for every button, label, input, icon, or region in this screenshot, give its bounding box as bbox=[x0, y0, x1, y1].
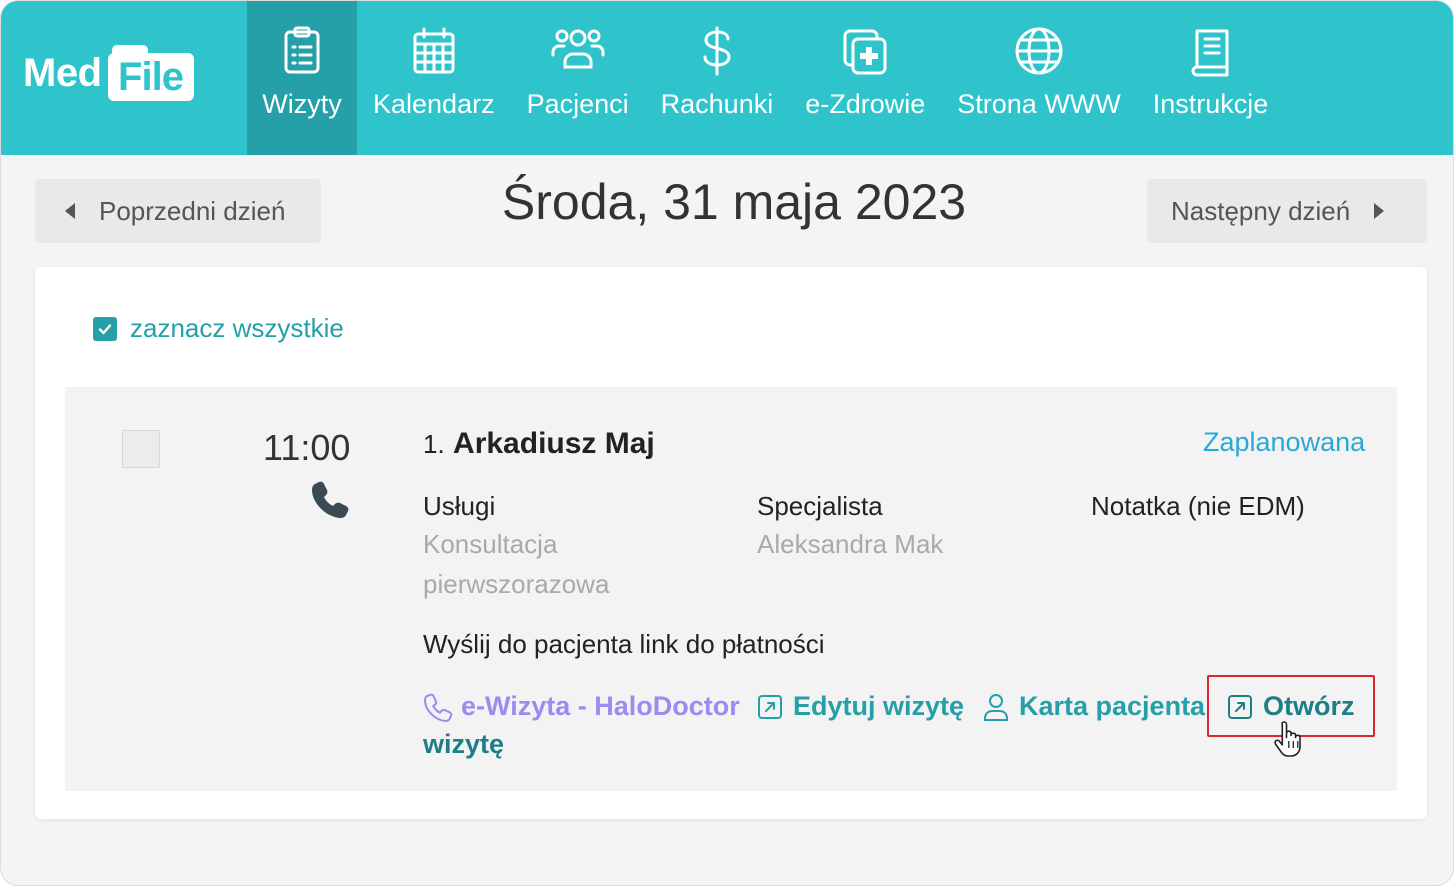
caret-right-icon bbox=[1374, 203, 1385, 219]
visit-time: 11:00 bbox=[263, 427, 351, 468]
nav-item-instrukcje[interactable]: Instrukcje bbox=[1137, 1, 1285, 155]
nav-label-pacjenci: Pacjenci bbox=[526, 89, 629, 119]
visit-checkbox[interactable] bbox=[122, 430, 160, 468]
users-icon bbox=[551, 29, 605, 69]
patient-card-link[interactable]: Karta pacjenta bbox=[981, 691, 1205, 722]
nav-item-kalendarz[interactable]: Kalendarz bbox=[357, 1, 511, 155]
app-window: Med File Wizyty Kalendarz Pacjenci Rachu… bbox=[0, 0, 1454, 886]
phone-outline-icon bbox=[424, 693, 453, 722]
nav-label-wizyty: Wizyty bbox=[262, 89, 342, 119]
services-column: Usługi Konsultacja pierwszorazowa bbox=[423, 491, 609, 604]
note-column: Notatka (nie EDM) bbox=[1091, 491, 1305, 522]
halodoctor-link[interactable]: e-Wizyta - HaloDoctor bbox=[423, 691, 740, 722]
note-label: Notatka (nie EDM) bbox=[1091, 491, 1305, 521]
calendar-icon bbox=[413, 27, 455, 74]
payment-link-text[interactable]: Wyślij do pacjenta link do płatności bbox=[423, 629, 825, 660]
specialist-value: Aleksandra Mak bbox=[757, 529, 944, 559]
services-value-line1: Konsultacja bbox=[423, 529, 558, 559]
services-value-line2: pierwszorazowa bbox=[423, 569, 610, 599]
edit-visit-link[interactable]: Edytuj wizytę bbox=[755, 691, 964, 722]
main-nav: Wizyty Kalendarz Pacjenci Rachunki e-Zdr… bbox=[247, 1, 1284, 155]
clipboard-list-icon bbox=[284, 26, 320, 74]
nav-label-kalendarz: Kalendarz bbox=[373, 89, 495, 119]
halodoctor-label: e-Wizyta - HaloDoctor bbox=[461, 691, 740, 721]
logo-folder-icon: File bbox=[107, 45, 194, 101]
checkbox-checked-icon bbox=[93, 316, 117, 341]
external-link-icon bbox=[758, 694, 782, 719]
nav-label-e-zdrowie: e-Zdrowie bbox=[805, 89, 926, 119]
nav-label-instrukcje: Instrukcje bbox=[1152, 89, 1269, 119]
patient-card-label: Karta pacjenta bbox=[1019, 691, 1206, 721]
user-icon bbox=[984, 693, 1008, 721]
services-label: Usługi bbox=[423, 491, 496, 521]
logo-file-text: File bbox=[107, 53, 194, 101]
nav-item-e-zdrowie[interactable]: e-Zdrowie bbox=[789, 1, 941, 155]
dollar-icon bbox=[703, 26, 731, 76]
edit-visit-label: Edytuj wizytę bbox=[793, 691, 965, 721]
nav-label-rachunki: Rachunki bbox=[660, 89, 774, 119]
open-visit-continuation[interactable]: wizytę bbox=[423, 729, 504, 760]
phone-icon bbox=[312, 481, 349, 518]
visit-number: 1. bbox=[423, 429, 445, 459]
globe-icon bbox=[1015, 27, 1063, 75]
caret-left-icon bbox=[65, 203, 75, 219]
current-date-title: Środa, 31 maja 2023 bbox=[501, 174, 967, 230]
next-day-label: Następny dzień bbox=[1171, 195, 1351, 226]
visit-row: 11:00 1. Arkadiusz Maj Zaplanowana Usług… bbox=[65, 387, 1397, 791]
logo-med-text: Med bbox=[23, 50, 102, 95]
patient-heading: 1. Arkadiusz Maj bbox=[423, 427, 655, 461]
visit-status: Zaplanowana bbox=[1203, 427, 1366, 457]
patient-name: Arkadiusz Maj bbox=[453, 427, 655, 460]
specialist-column: Specjalista Aleksandra Mak bbox=[757, 491, 943, 564]
select-all-label: zaznacz wszystkie bbox=[130, 313, 344, 343]
medical-cross-icon bbox=[843, 29, 887, 75]
services-value: Konsultacja pierwszorazowa bbox=[423, 524, 609, 604]
top-navigation-bar: Med File Wizyty Kalendarz Pacjenci Rachu… bbox=[1, 1, 1453, 155]
previous-day-button[interactable]: Poprzedni dzień bbox=[35, 179, 321, 243]
book-icon bbox=[1191, 29, 1229, 77]
nav-item-strona-www[interactable]: Strona WWW bbox=[941, 1, 1137, 155]
select-all-checkbox[interactable]: zaznacz wszystkie bbox=[93, 313, 344, 344]
hand-cursor-icon bbox=[1274, 721, 1301, 757]
medfile-logo[interactable]: Med File bbox=[23, 41, 194, 105]
nav-item-pacjenci[interactable]: Pacjenci bbox=[511, 1, 645, 155]
specialist-label: Specjalista bbox=[757, 491, 883, 521]
next-day-button[interactable]: Następny dzień bbox=[1147, 179, 1427, 243]
previous-day-label: Poprzedni dzień bbox=[99, 195, 286, 226]
nav-label-strona-www: Strona WWW bbox=[957, 89, 1121, 119]
nav-item-rachunki[interactable]: Rachunki bbox=[645, 1, 790, 155]
nav-item-wizyty[interactable]: Wizyty bbox=[247, 1, 357, 155]
